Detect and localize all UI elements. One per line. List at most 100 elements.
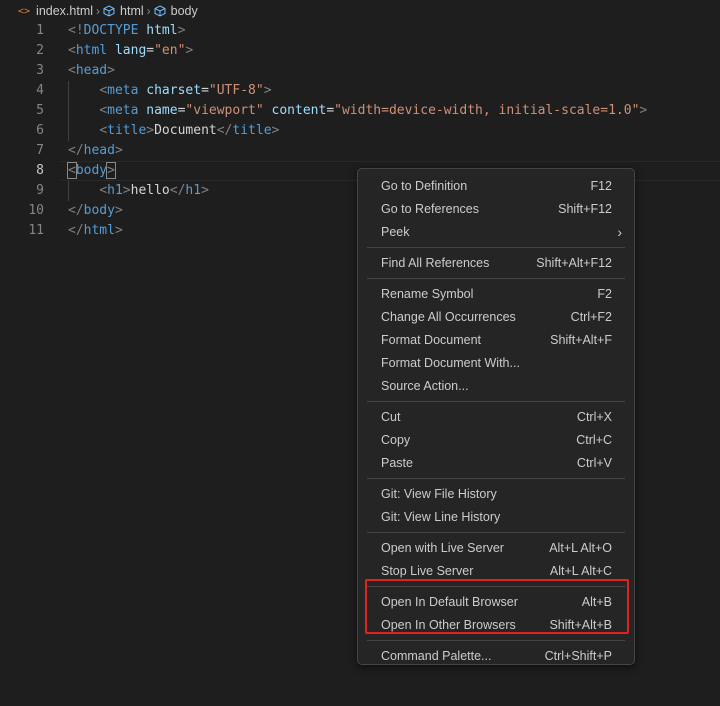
code-token: lang <box>114 43 147 58</box>
code-token: </ <box>68 143 84 158</box>
indent-guide <box>68 181 69 201</box>
code-token: h1 <box>107 183 123 198</box>
menu-item-shortcut: Shift+Alt+B <box>549 617 612 632</box>
code-line[interactable]: 1 <!DOCTYPE html> <box>0 21 720 41</box>
code-line[interactable]: 6 <title>Document</title> <box>0 121 720 141</box>
code-token: > <box>639 103 648 118</box>
symbol-cube-icon <box>154 5 166 17</box>
menu-item-label: Source Action... <box>381 378 469 393</box>
chevron-right-icon: › <box>146 4 151 18</box>
menu-item-shortcut: Shift+Alt+F <box>550 332 612 347</box>
code-token: = <box>146 43 155 58</box>
menu-item-open-in-other-browsers[interactable]: Open In Other Browsers Shift+Alt+B <box>358 613 634 636</box>
code-token: < <box>68 43 76 58</box>
code-token: </ <box>68 223 84 238</box>
menu-item-shortcut: Ctrl+X <box>576 409 612 424</box>
menu-item-peek[interactable]: Peek › <box>358 220 634 243</box>
code-text: <html lang="en"> <box>68 41 193 61</box>
menu-item-label: Open with Live Server <box>381 540 504 555</box>
menu-separator <box>367 532 625 533</box>
menu-item-label: Open In Default Browser <box>381 594 518 609</box>
menu-separator <box>367 586 625 587</box>
menu-item-label: Paste <box>381 455 413 470</box>
menu-item-label: Change All Occurrences <box>381 309 516 324</box>
code-line[interactable]: 2 <html lang="en"> <box>0 41 720 61</box>
code-line[interactable]: 4 <meta charset="UTF-8"> <box>0 81 720 101</box>
code-token: html <box>146 23 178 38</box>
code-token: > <box>177 23 186 38</box>
menu-item-open-in-default-browser[interactable]: Open In Default Browser Alt+B <box>358 590 634 613</box>
menu-item-format-document[interactable]: Format Document Shift+Alt+F <box>358 328 634 351</box>
code-token: head <box>75 63 108 78</box>
code-line[interactable]: 5 <meta name="viewport" content="width=d… <box>0 101 720 121</box>
line-number: 1 <box>36 23 44 38</box>
menu-item-stop-live-server[interactable]: Stop Live Server Alt+L Alt+C <box>358 559 634 582</box>
code-text: <head> <box>68 61 115 81</box>
code-token: "en" <box>154 43 186 58</box>
line-number: 10 <box>28 203 44 218</box>
code-token: <! <box>68 23 84 38</box>
code-token: content <box>271 103 327 118</box>
code-text: <title>Document</title> <box>68 121 279 141</box>
menu-item-shortcut: Ctrl+V <box>576 455 612 470</box>
breadcrumb-item-label: body <box>170 4 198 18</box>
menu-item-label: Open In Other Browsers <box>381 617 516 632</box>
context-menu: Go to Definition F12 Go to References Shift… <box>357 168 635 665</box>
menu-item-command-palette[interactable]: Command Palette... Ctrl+Shift+P <box>358 644 634 667</box>
line-number: 3 <box>36 63 44 78</box>
code-token: meta <box>107 83 139 98</box>
menu-item-rename-symbol[interactable]: Rename Symbol F2 <box>358 282 634 305</box>
line-number: 7 <box>36 143 44 158</box>
breadcrumb-item-html[interactable]: html <box>103 4 144 18</box>
code-text: <meta charset="UTF-8"> <box>68 81 272 101</box>
code-token: > <box>114 223 123 238</box>
menu-item-source-action[interactable]: Source Action... <box>358 374 634 397</box>
menu-separator <box>367 278 625 279</box>
code-token: body <box>75 163 108 178</box>
code-token: < <box>99 83 108 98</box>
code-token: html <box>83 223 115 238</box>
line-number: 8 <box>36 163 44 178</box>
menu-item-shortcut: Shift+Alt+F12 <box>536 255 612 270</box>
code-line[interactable]: 3 <head> <box>0 61 720 81</box>
menu-item-paste[interactable]: Paste Ctrl+V <box>358 451 634 474</box>
menu-item-label: Git: View File History <box>381 486 497 501</box>
code-token: < <box>99 123 108 138</box>
menu-item-label: Git: View Line History <box>381 509 501 524</box>
menu-item-open-with-live-server[interactable]: Open with Live Server Alt+L Alt+O <box>358 536 634 559</box>
line-number: 4 <box>36 83 44 98</box>
menu-item-find-all-references[interactable]: Find All References Shift+Alt+F12 <box>358 251 634 274</box>
menu-item-git-view-line-history[interactable]: Git: View Line History <box>358 505 634 528</box>
breadcrumb-item-body[interactable]: body <box>154 4 198 18</box>
code-text: </body> <box>68 201 123 221</box>
menu-item-cut[interactable]: Cut Ctrl+X <box>358 405 634 428</box>
code-token: hello <box>130 183 170 198</box>
code-line[interactable]: 7 </head> <box>0 141 720 161</box>
menu-item-copy[interactable]: Copy Ctrl+C <box>358 428 634 451</box>
code-token: = <box>326 103 335 118</box>
code-text: </html> <box>68 221 123 241</box>
menu-item-label: Peek <box>381 224 410 239</box>
menu-item-go-to-definition[interactable]: Go to Definition F12 <box>358 174 634 197</box>
line-number: 6 <box>36 123 44 138</box>
code-token: < <box>67 162 77 179</box>
breadcrumb-file[interactable]: <> index.html <box>18 4 93 18</box>
code-token: > <box>263 83 272 98</box>
menu-item-format-document-with[interactable]: Format Document With... <box>358 351 634 374</box>
menu-item-label: Go to References <box>381 201 479 216</box>
code-token: DOCTYPE <box>83 23 139 38</box>
menu-item-shortcut: Alt+L Alt+C <box>549 563 612 578</box>
code-token: > <box>271 123 280 138</box>
menu-item-label: Stop Live Server <box>381 563 474 578</box>
code-token: Document <box>154 123 217 138</box>
code-token: = <box>201 83 209 98</box>
code-token: < <box>68 63 76 78</box>
code-text: <meta name="viewport" content="width=dev… <box>68 101 647 121</box>
symbol-cube-icon <box>103 5 115 17</box>
breadcrumb-item-label: html <box>120 4 144 18</box>
menu-item-git-view-file-history[interactable]: Git: View File History <box>358 482 634 505</box>
menu-item-change-all-occurrences[interactable]: Change All Occurrences Ctrl+F2 <box>358 305 634 328</box>
menu-item-go-to-references[interactable]: Go to References Shift+F12 <box>358 197 634 220</box>
